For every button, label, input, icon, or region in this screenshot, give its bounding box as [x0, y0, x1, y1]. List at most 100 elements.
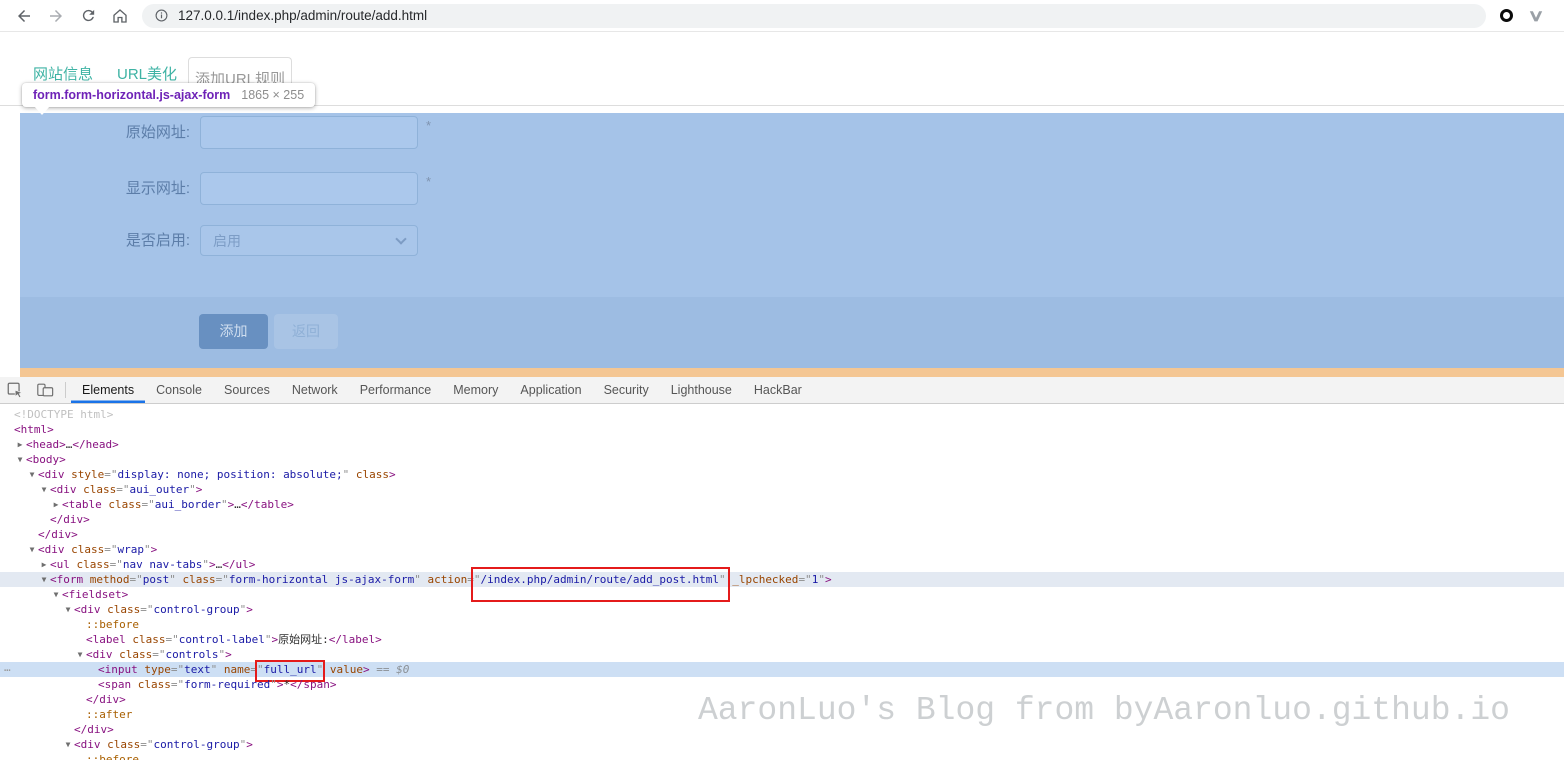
dom-tree-line[interactable]: </div> [0, 512, 1564, 527]
dom-tree-line[interactable]: ▼ <div class="controls"> [0, 647, 1564, 662]
page-info-icon[interactable] [154, 8, 169, 23]
dom-tree-line[interactable]: ▼ <div class="control-group"> [0, 602, 1564, 617]
back-button[interactable] [10, 3, 38, 29]
code-token: _lpchecked [725, 573, 799, 586]
code-token: ::after [86, 708, 133, 721]
back-arrow-icon [18, 9, 30, 22]
url-bar[interactable]: 127.0.0.1/index.php/admin/route/add.html [142, 3, 1486, 28]
inspect-cursor-icon [7, 382, 24, 399]
devtools-tab-elements[interactable]: Elements [71, 377, 145, 403]
dom-tree-line[interactable]: … <input type="text " name="full_url" valu… [0, 660, 1564, 677]
v-extension-icon[interactable] [1528, 8, 1544, 24]
forward-button[interactable] [42, 3, 70, 29]
url-text: 127.0.0.1/index.php/admin/route/add.html [178, 8, 428, 23]
code-token: =" [116, 483, 130, 496]
circle-extension-icon[interactable] [1500, 9, 1513, 22]
enable-select[interactable]: 启用 [200, 225, 418, 256]
devtools-tab-lighthouse[interactable]: Lighthouse [660, 377, 743, 403]
code-token: > [150, 543, 158, 556]
inspect-element-button[interactable] [0, 377, 30, 403]
dom-tree-line[interactable]: <label class="control-label">原始网址:</labe… [0, 632, 1564, 647]
dom-tree-line[interactable]: ▼ <div class="wrap"> [0, 542, 1564, 557]
collapse-arrow-icon[interactable]: ▼ [74, 647, 86, 662]
collapse-arrow-icon[interactable]: ▼ [26, 542, 38, 557]
add-button[interactable]: 添加 [199, 314, 268, 349]
device-toolbar-button[interactable] [30, 377, 60, 403]
more-actions-icon[interactable]: … [4, 660, 12, 675]
code-token: <div [74, 738, 101, 751]
form-row: 是否启用: 启用 [20, 225, 1564, 256]
code-token: <div [38, 468, 65, 481]
code-token: =" [104, 468, 118, 481]
forward-arrow-icon [50, 9, 62, 22]
devtools-tab-network[interactable]: Network [281, 377, 349, 403]
code-token: =" [140, 738, 154, 751]
dom-tree-line[interactable]: ▼ <div class="control-group"> [0, 737, 1564, 752]
devtools-tab-application[interactable]: Application [509, 377, 592, 403]
collapse-arrow-icon[interactable]: ▼ [38, 482, 50, 497]
dom-tree-line[interactable]: <html> [0, 422, 1564, 437]
code-token: > [362, 663, 370, 676]
code-token: " [202, 558, 209, 571]
extensions-area [1490, 8, 1554, 24]
collapse-arrow-icon[interactable]: ▼ [26, 467, 38, 482]
dom-tree-line[interactable]: ▶ <ul class="nav nav-tabs">…</ul> [0, 557, 1564, 572]
return-button[interactable]: 返回 [274, 314, 338, 349]
code-token: … [234, 498, 241, 511]
code-token: full_url [263, 663, 317, 676]
devtools-tab-performance[interactable]: Performance [349, 377, 443, 403]
collapse-arrow-icon[interactable]: ▼ [38, 572, 50, 587]
dom-tree-line[interactable]: </div> [0, 692, 1564, 707]
collapse-arrow-icon[interactable]: ▼ [62, 602, 74, 617]
dom-tree-line[interactable]: ▼ <fieldset> [0, 587, 1564, 602]
dom-tree-line[interactable]: ::before [0, 617, 1564, 632]
dom-tree-line[interactable]: ▼ <div class="aui_outer"> [0, 482, 1564, 497]
page-tab-1[interactable]: 网站信息 [33, 63, 93, 84]
inspect-highlight-overlay: 原始网址: * 显示网址: * 是否启用: 启用 添加 返回 [20, 113, 1564, 368]
dom-tree-line[interactable]: ▼ <form method="post" class="form-horizon… [0, 572, 1564, 587]
devtools-tab-console[interactable]: Console [145, 377, 213, 403]
dom-tree-line[interactable]: ▶ <head>…</head> [0, 437, 1564, 452]
code-token: " [257, 663, 264, 676]
code-token: control-group [153, 603, 240, 616]
bookmark-button[interactable] [1458, 8, 1474, 24]
expand-arrow-icon[interactable]: ▶ [50, 497, 62, 512]
expand-arrow-icon[interactable]: ▶ [38, 557, 50, 572]
code-token: class [64, 543, 105, 556]
dom-tree: <!DOCTYPE html> <html> ▶ <head>…</head> ▼ <bo… [0, 407, 1564, 760]
dom-tree-line[interactable]: ▼ <div style="display: none; position: ab… [0, 467, 1564, 482]
dom-tree-line[interactable]: <span class="form-required">*</span> [0, 677, 1564, 692]
dom-tree-line[interactable]: </div> [0, 722, 1564, 737]
code-token: class [131, 678, 171, 691]
code-token: method [83, 573, 130, 586]
code-token: </div> [74, 723, 114, 736]
text-input[interactable] [200, 116, 418, 149]
code-token: class [100, 738, 141, 751]
code-token: class [349, 468, 390, 481]
reload-button[interactable] [74, 3, 102, 29]
code-token: display: none; position: absolute; [117, 468, 343, 481]
devtools-tab-sources[interactable]: Sources [213, 377, 281, 403]
text-input[interactable] [200, 172, 418, 205]
dom-tree-line[interactable]: ▼ <body> [0, 452, 1564, 467]
collapse-arrow-icon[interactable]: ▼ [50, 587, 62, 602]
collapse-arrow-icon[interactable]: ▼ [62, 737, 74, 752]
code-token: </div> [50, 513, 90, 526]
expand-arrow-icon[interactable]: ▶ [14, 437, 26, 452]
home-button[interactable] [106, 3, 134, 29]
devtools-tab-memory[interactable]: Memory [442, 377, 509, 403]
code-token: =" [165, 633, 179, 646]
dom-tree-line[interactable]: ::before [0, 752, 1564, 760]
code-token: </head> [72, 438, 119, 451]
dom-tree-line[interactable]: <!DOCTYPE html> [0, 407, 1564, 422]
devtools-tab-security[interactable]: Security [593, 377, 660, 403]
dom-tree-line[interactable]: ::after [0, 707, 1564, 722]
code-token: wrap [117, 543, 145, 556]
devtools-tab-hackbar[interactable]: HackBar [743, 377, 813, 403]
collapse-arrow-icon[interactable]: ▼ [14, 452, 26, 467]
page-tab-2[interactable]: URL美化 [117, 63, 177, 84]
dom-tree-line[interactable]: </div> [0, 527, 1564, 542]
annotation-red-box: "/index.php/admin/route/add_post.html" [474, 573, 726, 586]
dom-tree-line[interactable]: ▶ <table class="aui_border">…</table> [0, 497, 1564, 512]
code-token: type [137, 663, 171, 676]
